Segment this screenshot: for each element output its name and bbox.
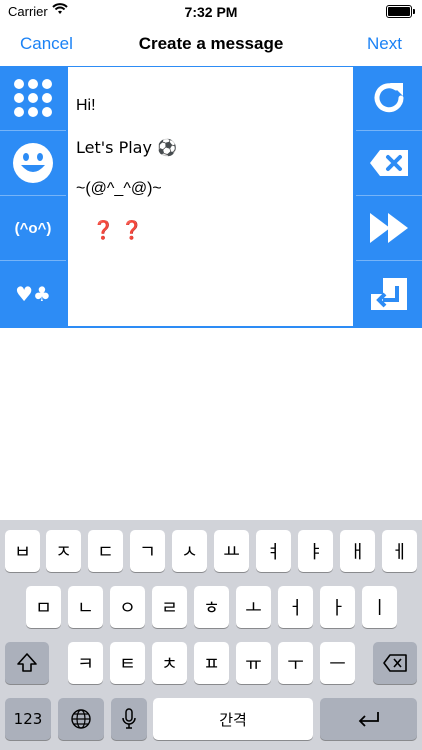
key[interactable]: ㅌ xyxy=(110,642,145,684)
key-label: ㅌ xyxy=(119,654,136,675)
key[interactable]: ㄴ xyxy=(68,586,103,628)
key[interactable]: ㅎ xyxy=(194,586,229,628)
key-label: ㅅ xyxy=(181,542,198,563)
key[interactable]: ㅐ xyxy=(340,530,375,572)
key[interactable]: ㅈ xyxy=(46,530,81,572)
key-label: ㅕ xyxy=(265,542,282,563)
key-label: ㅎ xyxy=(203,598,220,619)
numbers-key[interactable]: 123 xyxy=(5,698,51,740)
key-label: ㅠ xyxy=(245,654,262,675)
key[interactable]: ㅊ xyxy=(152,642,187,684)
key-label: ㅓ xyxy=(287,598,304,619)
key[interactable]: ㅓ xyxy=(278,586,313,628)
refresh-button[interactable] xyxy=(356,66,422,131)
key[interactable]: ㅁ xyxy=(26,586,61,628)
key[interactable]: ㅑ xyxy=(298,530,333,572)
status-bar: Carrier 7:32 PM xyxy=(0,0,422,22)
grid-icon xyxy=(14,79,52,117)
left-toolbar: (^o^) ♥♣ xyxy=(0,66,66,328)
key-label: ㅑ xyxy=(307,542,324,563)
key-label: ㅈ xyxy=(55,542,72,563)
navigation-bar: Cancel Create a message Next xyxy=(0,22,422,66)
key[interactable]: ㅣ xyxy=(362,586,397,628)
key-label: ㅡ xyxy=(329,654,346,675)
emoticon-label: (^o^) xyxy=(14,219,52,237)
key[interactable]: ㄱ xyxy=(130,530,165,572)
key-label: ㄹ xyxy=(161,598,178,619)
key[interactable]: ㄷ xyxy=(88,530,123,572)
fast-forward-button[interactable] xyxy=(356,196,422,261)
page-title: Create a message xyxy=(138,34,284,53)
key-label: ㅣ xyxy=(371,598,388,619)
next-button[interactable]: Next xyxy=(367,34,402,54)
return-icon xyxy=(358,712,379,727)
key[interactable]: ㅍ xyxy=(194,642,229,684)
status-time: 7:32 PM xyxy=(184,4,238,20)
key[interactable]: ㅕ xyxy=(256,530,291,572)
numbers-label: 123 xyxy=(13,710,43,728)
grid-button[interactable] xyxy=(0,66,66,131)
backspace-button[interactable] xyxy=(356,131,422,196)
key-label: ㄴ xyxy=(77,598,94,619)
emoji-button[interactable] xyxy=(0,131,66,196)
globe-icon xyxy=(71,709,91,729)
key-label: ㅂ xyxy=(14,542,31,563)
key[interactable]: ㄹ xyxy=(152,586,187,628)
shift-key[interactable] xyxy=(5,642,49,684)
microphone-icon xyxy=(122,708,136,729)
symbols-label: ♥♣ xyxy=(15,281,51,306)
symbols-button[interactable]: ♥♣ xyxy=(0,261,66,326)
space-label: 간격 xyxy=(219,710,247,729)
message-text-area[interactable]: Hi! Let's Play ⚽ ~(@^_^@)~ ❓ ❓ xyxy=(67,66,354,327)
key-label: ㅍ xyxy=(203,654,220,675)
key-label: ㅁ xyxy=(35,598,52,619)
key[interactable]: ㅂ xyxy=(5,530,40,572)
microphone-key[interactable] xyxy=(111,698,147,740)
key[interactable]: ㅠ xyxy=(236,642,271,684)
key-label: ㅇ xyxy=(119,598,136,619)
emoticon-button[interactable]: (^o^) xyxy=(0,196,66,261)
key[interactable]: ㅏ xyxy=(320,586,355,628)
refresh-icon xyxy=(374,83,404,113)
message-editor: (^o^) ♥♣ Hi! Let's Play ⚽ ~(@^_^@)~ ❓ ❓ xyxy=(0,66,422,328)
return-icon xyxy=(371,277,407,310)
smiley-icon xyxy=(13,143,53,183)
delete-icon xyxy=(383,654,407,672)
key[interactable]: ㅔ xyxy=(382,530,417,572)
key-label: ㅋ xyxy=(77,654,94,675)
key[interactable]: ㅛ xyxy=(214,530,249,572)
key[interactable]: ㅡ xyxy=(320,642,355,684)
battery-icon xyxy=(386,5,415,18)
space-key[interactable]: 간격 xyxy=(153,698,313,740)
key-label: ㅗ xyxy=(245,598,262,619)
backspace-icon xyxy=(370,150,408,176)
message-line-3: ~(@^_^@)~ xyxy=(76,180,162,197)
key-label: ㄱ xyxy=(139,542,156,563)
message-line-1: Hi! xyxy=(76,97,96,114)
shift-icon xyxy=(17,653,37,672)
message-line-2: Let's Play ⚽ xyxy=(76,138,177,157)
key-label: ㅏ xyxy=(329,598,346,619)
key[interactable]: ㅋ xyxy=(68,642,103,684)
key-label: ㅛ xyxy=(223,542,240,563)
key[interactable]: ㅜ xyxy=(278,642,313,684)
message-line-4: ❓ ❓ xyxy=(92,220,144,241)
key-label: ㄷ xyxy=(97,542,114,563)
fast-forward-icon xyxy=(370,213,408,243)
key-label: ㅔ xyxy=(391,542,408,563)
key[interactable]: ㅗ xyxy=(236,586,271,628)
key-label: ㅐ xyxy=(349,542,366,563)
key-label: ㅜ xyxy=(287,654,304,675)
globe-key[interactable] xyxy=(58,698,104,740)
right-toolbar xyxy=(356,66,422,328)
key[interactable]: ㅇ xyxy=(110,586,145,628)
newline-button[interactable] xyxy=(356,261,422,326)
korean-keyboard: ㅂ ㅈ ㄷ ㄱ ㅅ ㅛ ㅕ ㅑ ㅐ ㅔ ㅁ ㄴ ㅇ ㄹ ㅎ ㅗ ㅓ ㅏ ㅣ ㅋ … xyxy=(0,520,422,750)
delete-key[interactable] xyxy=(373,642,417,684)
return-key[interactable] xyxy=(320,698,417,740)
key-label: ㅊ xyxy=(161,654,178,675)
key[interactable]: ㅅ xyxy=(172,530,207,572)
